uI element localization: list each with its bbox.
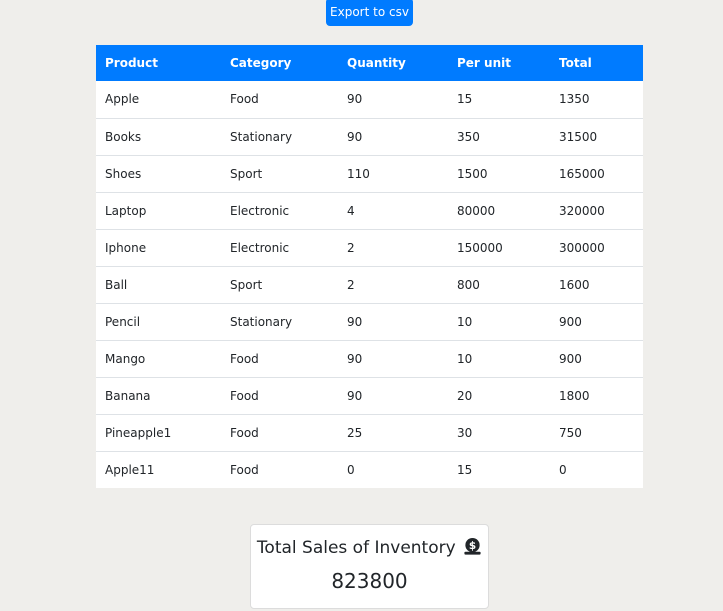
table-row: Apple11 Food 0 15 0 [96, 450, 643, 488]
cell-category: Sport [221, 265, 338, 303]
cell-category: Food [221, 339, 338, 377]
cell-per-unit: 10 [448, 302, 550, 340]
column-header-quantity: Quantity [347, 56, 406, 70]
cell-total: 900 [550, 339, 643, 377]
cell-quantity: 0 [338, 450, 448, 488]
column-header-product: Product [105, 56, 158, 70]
cell-total: 165000 [550, 154, 643, 192]
cell-product: Apple11 [96, 450, 221, 488]
cell-total: 1600 [550, 265, 643, 303]
cell-product: Books [96, 117, 221, 155]
cell-category: Sport [221, 154, 338, 192]
cell-quantity: 4 [338, 191, 448, 229]
cell-category: Stationary [221, 117, 338, 155]
cell-quantity: 90 [347, 92, 363, 107]
cell-total: 31500 [550, 117, 643, 155]
cell-quantity: 90 [338, 339, 448, 377]
column-header-per-unit: Per unit [457, 56, 511, 70]
cell-quantity: 25 [338, 413, 448, 451]
table-row: Pencil Stationary 90 10 900 [96, 302, 643, 340]
table-body: Apple Food 90 15 1350 Books Stationary 90 350 315… [96, 81, 643, 488]
cell-category: Electronic [221, 191, 338, 229]
cell-total: 1800 [550, 376, 643, 414]
cell-per-unit: 30 [448, 413, 550, 451]
cell-category: Stationary [221, 302, 338, 340]
cell-total: 1350 [559, 92, 590, 107]
svg-text:$: $ [469, 540, 476, 552]
cell-quantity: 90 [338, 302, 448, 340]
total-sales-card: Total Sales of Inventory $ 823800 [250, 524, 489, 609]
inventory-table: Product Category Quantity Per unit Total… [96, 45, 643, 488]
cell-product: Shoes [96, 154, 221, 192]
cell-product: Mango [96, 339, 221, 377]
cell-per-unit: 20 [448, 376, 550, 414]
table-row: Shoes Sport 110 1500 165000 [96, 154, 643, 192]
cell-category: Food [221, 450, 338, 488]
table-row: Mango Food 90 10 900 [96, 339, 643, 377]
cell-quantity: 90 [338, 117, 448, 155]
cell-product: Pencil [96, 302, 221, 340]
cell-quantity: 110 [338, 154, 448, 192]
cell-category: Food [221, 376, 338, 414]
table-row: Books Stationary 90 350 31500 [96, 117, 643, 155]
cell-per-unit: 150000 [448, 228, 550, 266]
export-csv-button[interactable]: Export to csv [326, 0, 413, 26]
column-header-category: Category [230, 56, 292, 70]
cell-per-unit: 15 [448, 450, 550, 488]
table-header: Product Category Quantity Per unit Total [96, 45, 643, 81]
cell-per-unit: 10 [448, 339, 550, 377]
money-bag-icon: $ [463, 537, 482, 562]
table-header-row: Product Category Quantity Per unit Total [96, 45, 643, 81]
cell-total: 900 [550, 302, 643, 340]
cell-total: 320000 [550, 191, 643, 229]
table-row: Pineapple1 Food 25 30 750 [96, 413, 643, 451]
cell-total: 750 [550, 413, 643, 451]
total-sales-value: 823800 [331, 569, 408, 593]
cell-product: Iphone [96, 228, 221, 266]
cell-per-unit: 350 [448, 117, 550, 155]
cell-product: Banana [96, 376, 221, 414]
cell-product: Pineapple1 [96, 413, 221, 451]
cell-per-unit: 800 [448, 265, 550, 303]
cell-product: Apple [105, 92, 140, 107]
cell-product: Ball [96, 265, 221, 303]
cell-category: Electronic [221, 228, 338, 266]
total-sales-heading: Total Sales of Inventory $ [251, 537, 488, 562]
cell-quantity: 90 [338, 376, 448, 414]
cell-per-unit: 80000 [448, 191, 550, 229]
cell-per-unit: 1500 [448, 154, 550, 192]
cell-quantity: 2 [338, 265, 448, 303]
column-header-total: Total [559, 56, 592, 70]
table-row: Banana Food 90 20 1800 [96, 376, 643, 414]
inventory-table-grid: Product Category Quantity Per unit Total… [96, 45, 643, 488]
total-sales-title: Total Sales of Inventory [256, 538, 456, 558]
table-row: Apple Food 90 15 1350 [96, 81, 643, 118]
table-row: Ball Sport 2 800 1600 [96, 265, 643, 303]
cell-per-unit: 15 [457, 92, 473, 107]
cell-total: 300000 [550, 228, 643, 266]
cell-category: Food [221, 413, 338, 451]
table-row: Iphone Electronic 2 150000 300000 [96, 228, 643, 266]
cell-category: Food [230, 92, 259, 107]
table-row: Laptop Electronic 4 80000 320000 [96, 191, 643, 229]
cell-quantity: 2 [338, 228, 448, 266]
cell-total: 0 [550, 450, 643, 488]
cell-product: Laptop [96, 191, 221, 229]
